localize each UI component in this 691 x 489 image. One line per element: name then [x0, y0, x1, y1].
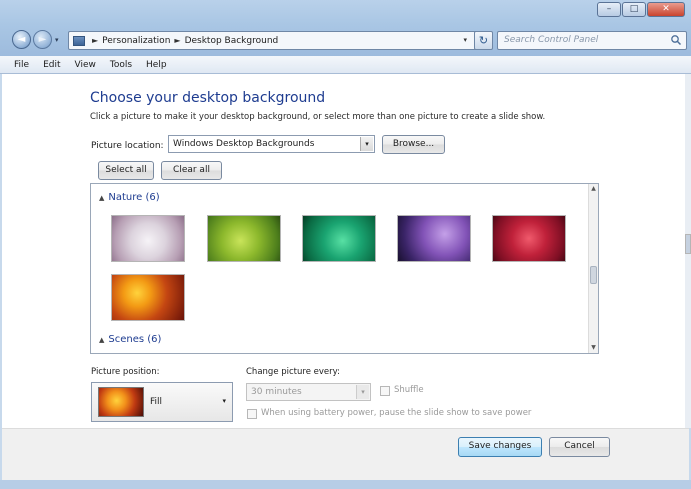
- shuffle-label[interactable]: Shuffle: [394, 385, 424, 395]
- menu-edit[interactable]: Edit: [43, 60, 60, 70]
- picture-position-value: Fill: [150, 397, 163, 407]
- group-title-nature: Nature (6): [108, 192, 160, 203]
- browse-button[interactable]: Browse...: [382, 135, 445, 154]
- page-instructions: Click a picture to make it your desktop …: [90, 112, 546, 122]
- group-title-scenes: Scenes (6): [108, 334, 162, 345]
- page-title: Choose your desktop background: [90, 90, 326, 106]
- forward-button[interactable]: ►: [33, 30, 52, 49]
- change-interval-select[interactable]: 30 minutes ▾: [246, 383, 371, 401]
- recent-pages-dropdown-icon[interactable]: ▾: [55, 36, 59, 44]
- group-header-nature[interactable]: ▲ Nature (6): [99, 192, 160, 203]
- content-scrollbar-thumb[interactable]: [685, 234, 691, 254]
- group-header-scenes[interactable]: ▲ Scenes (6): [99, 334, 161, 345]
- picture-location-label: Picture location:: [91, 141, 164, 151]
- window-frame-bottom: [0, 480, 691, 489]
- desktop-background-window: – □ ✕ ◄ ► ▾ ► Personalization ► Desktop …: [0, 0, 691, 489]
- breadcrumb-separator: ►: [92, 36, 99, 45]
- search-icon[interactable]: [670, 34, 682, 46]
- menu-tools[interactable]: Tools: [110, 60, 132, 70]
- chevron-down-icon[interactable]: ▾: [360, 137, 373, 151]
- maximize-button[interactable]: □: [622, 2, 646, 17]
- clear-all-button[interactable]: Clear all: [161, 161, 222, 180]
- content-scrollbar[interactable]: [685, 74, 691, 428]
- menu-bar: File Edit View Tools Help: [0, 56, 691, 74]
- search-input[interactable]: Search Control Panel: [497, 31, 687, 50]
- collapse-triangle-icon[interactable]: ▲: [99, 194, 104, 202]
- breadcrumb-personalization[interactable]: Personalization: [102, 36, 170, 46]
- menu-help[interactable]: Help: [146, 60, 167, 70]
- picture-list-scrollbar-thumb[interactable]: [590, 266, 597, 284]
- menu-view[interactable]: View: [75, 60, 96, 70]
- change-interval-value: 30 minutes: [251, 387, 302, 397]
- wallpaper-thumbnail-emerald-leaves[interactable]: [302, 215, 376, 262]
- menu-file[interactable]: File: [14, 60, 29, 70]
- minimize-button[interactable]: –: [597, 2, 621, 17]
- breadcrumb-separator: ►: [174, 36, 181, 45]
- back-button[interactable]: ◄: [12, 30, 31, 49]
- breadcrumb-desktop-background[interactable]: Desktop Background: [185, 36, 279, 46]
- picture-position-select[interactable]: Fill ▾: [91, 382, 233, 422]
- title-bar: – □ ✕ ◄ ► ▾ ► Personalization ► Desktop …: [0, 0, 691, 56]
- battery-pause-label[interactable]: When using battery power, pause the slid…: [261, 408, 531, 418]
- picture-position-label: Picture position:: [91, 367, 160, 377]
- close-button[interactable]: ✕: [647, 2, 685, 17]
- chevron-down-icon[interactable]: ▾: [356, 385, 369, 399]
- position-preview-image: [98, 387, 144, 417]
- picture-list[interactable]: ▲ Nature (6) ▲ Scenes (6) ▲ ▼: [90, 183, 599, 354]
- scroll-up-icon[interactable]: ▲: [589, 184, 598, 194]
- refresh-button[interactable]: ↻: [474, 31, 493, 50]
- select-all-button[interactable]: Select all: [98, 161, 154, 180]
- wallpaper-thumbnail-red-flower[interactable]: [492, 215, 566, 262]
- wallpaper-thumbnail-purple-flower[interactable]: [397, 215, 471, 262]
- chevron-down-icon[interactable]: ▾: [222, 397, 226, 405]
- search-placeholder: Search Control Panel: [504, 35, 599, 45]
- scroll-down-icon[interactable]: ▼: [589, 343, 598, 353]
- picture-location-value: Windows Desktop Backgrounds: [173, 139, 315, 149]
- control-panel-icon: [73, 35, 85, 46]
- picture-list-scrollbar[interactable]: ▲ ▼: [588, 184, 598, 353]
- shuffle-checkbox[interactable]: [380, 386, 390, 396]
- address-bar[interactable]: ► Personalization ► Desktop Background ▾: [68, 31, 482, 50]
- save-changes-button[interactable]: Save changes: [458, 437, 542, 457]
- cancel-button[interactable]: Cancel: [549, 437, 610, 457]
- wallpaper-thumbnail-white-flower[interactable]: [111, 215, 185, 262]
- collapse-triangle-icon[interactable]: ▲: [99, 336, 104, 344]
- wallpaper-thumbnail-yellow-flowers[interactable]: [111, 274, 185, 321]
- window-controls: – □ ✕: [597, 2, 685, 17]
- battery-pause-checkbox[interactable]: [247, 409, 257, 419]
- address-dropdown-icon[interactable]: ▾: [463, 36, 467, 44]
- change-picture-label: Change picture every:: [246, 367, 340, 377]
- picture-location-select[interactable]: Windows Desktop Backgrounds ▾: [168, 135, 375, 153]
- wallpaper-thumbnail-green-leaves[interactable]: [207, 215, 281, 262]
